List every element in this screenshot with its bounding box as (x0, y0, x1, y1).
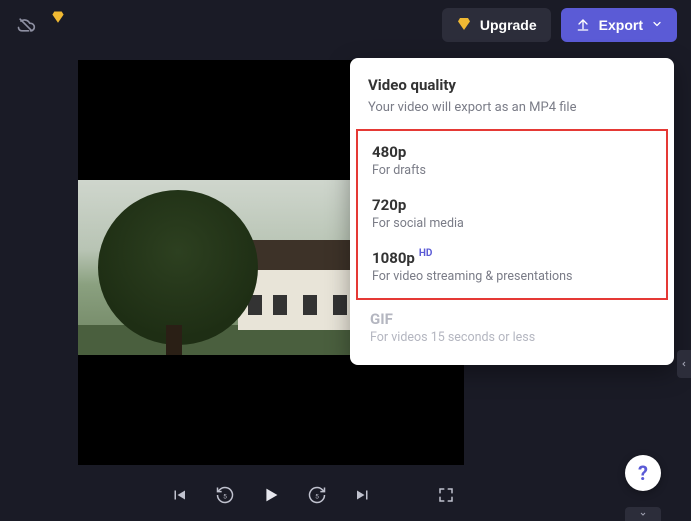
diamond-icon (456, 16, 472, 35)
fullscreen-button[interactable] (434, 483, 458, 507)
svg-text:5: 5 (223, 492, 227, 500)
option-desc: For video streaming & presentations (372, 269, 652, 284)
quality-option-480p[interactable]: 480p For drafts (358, 135, 666, 188)
export-button[interactable]: Export (561, 8, 677, 42)
help-button[interactable]: ? (625, 455, 661, 491)
option-desc: For social media (372, 216, 652, 231)
chevron-down-icon (651, 17, 663, 33)
forward-5-button[interactable]: 5 (305, 483, 329, 507)
option-desc: For videos 15 seconds or less (370, 330, 654, 345)
upgrade-label: Upgrade (480, 17, 537, 33)
quality-option-720p[interactable]: 720p For social media (358, 188, 666, 241)
popover-title: Video quality (368, 76, 656, 94)
cloud-off-icon[interactable] (14, 13, 38, 37)
highlighted-options: 480p For drafts 720p For social media 10… (356, 129, 668, 300)
popover-subtitle: Your video will export as an MP4 file (368, 100, 656, 115)
skip-end-button[interactable] (351, 483, 375, 507)
popover-header: Video quality Your video will export as … (350, 76, 674, 129)
skip-start-button[interactable] (167, 483, 191, 507)
option-label: GIF (370, 310, 393, 328)
option-label: 1080p (372, 249, 415, 267)
timeline-toggle[interactable] (625, 507, 661, 521)
playback-controls: 5 5 (78, 475, 464, 515)
play-button[interactable] (259, 483, 283, 507)
top-left-icons (14, 13, 70, 37)
top-bar: Upgrade Export (0, 0, 691, 50)
diamond-badge-icon (46, 5, 70, 29)
rewind-5-button[interactable]: 5 (213, 483, 237, 507)
upgrade-button[interactable]: Upgrade (442, 8, 551, 42)
quality-option-1080p[interactable]: 1080p HD For video streaming & presentat… (358, 241, 666, 294)
option-desc: For drafts (372, 163, 652, 178)
side-panel-toggle[interactable] (677, 350, 691, 378)
svg-text:5: 5 (315, 492, 319, 500)
export-label: Export (599, 17, 643, 33)
export-quality-popover: Video quality Your video will export as … (350, 58, 674, 365)
option-label: 480p (372, 143, 406, 161)
help-glyph: ? (638, 461, 648, 485)
upload-icon (575, 16, 591, 35)
option-label: 720p (372, 196, 406, 214)
hd-badge: HD (419, 248, 433, 259)
quality-option-gif: GIF For videos 15 seconds or less (350, 300, 674, 355)
